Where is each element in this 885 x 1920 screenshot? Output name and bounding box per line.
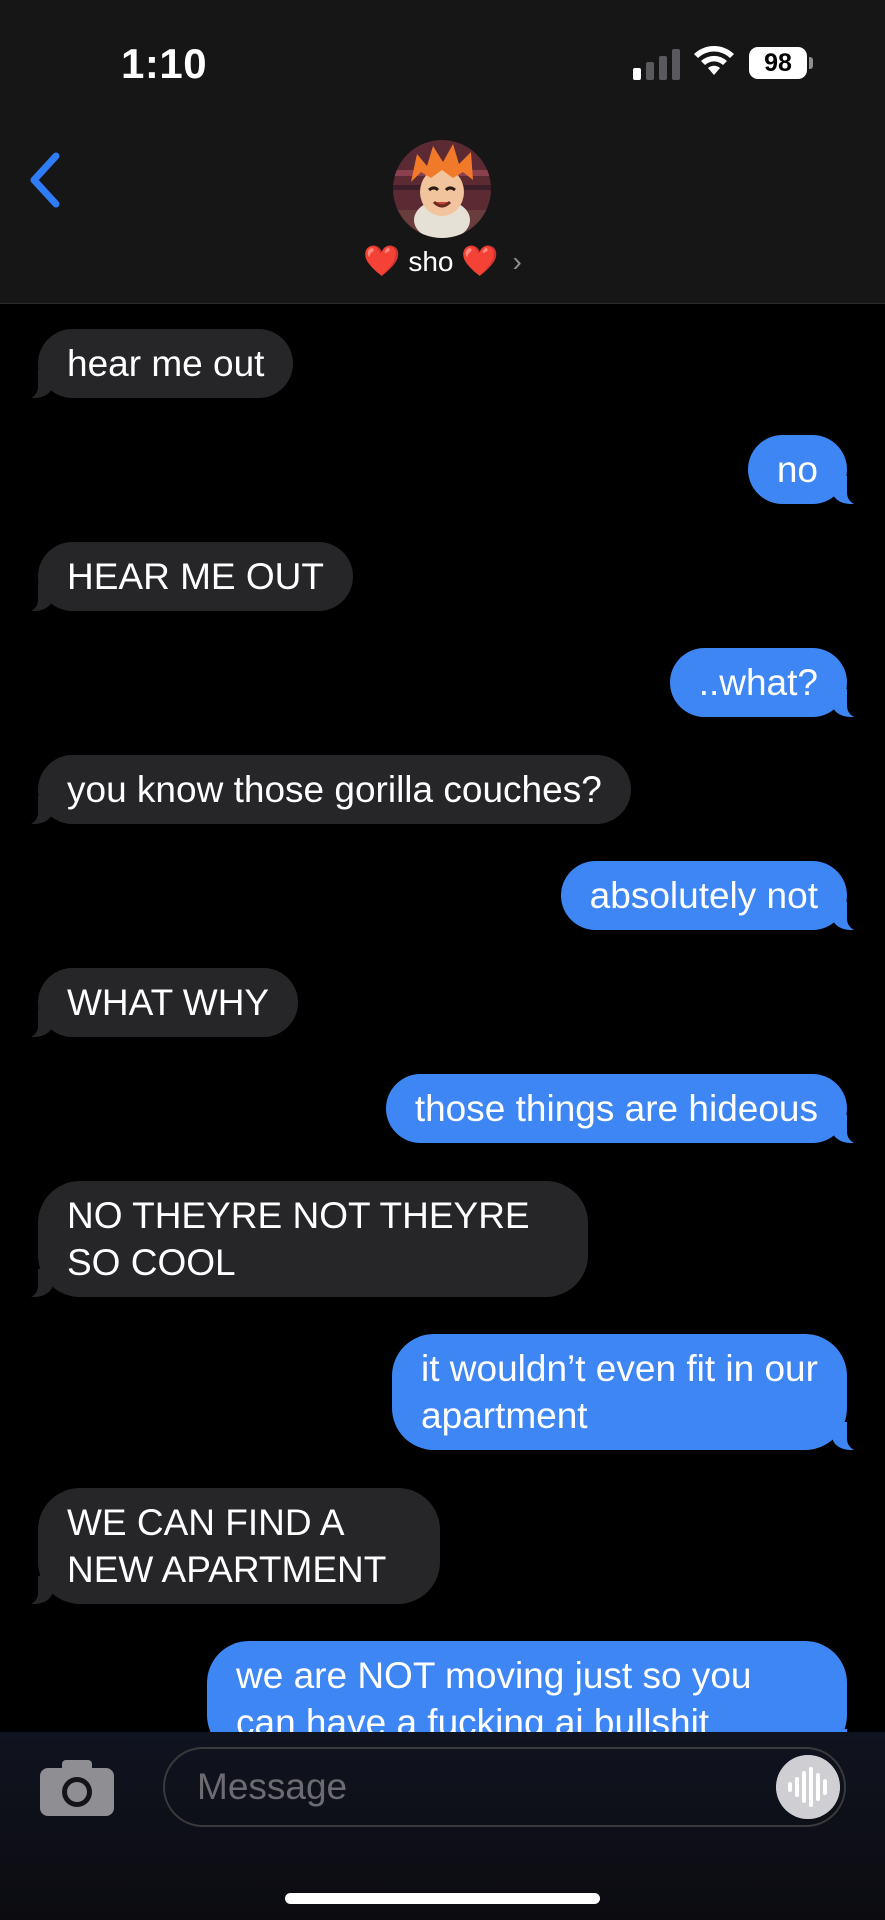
incoming-message-bubble[interactable]: NO THEYRE NOT THEYRE SO COOL <box>12 1181 588 1298</box>
incoming-message-bubble[interactable]: WE CAN FIND A NEW APARTMENT <box>12 1488 440 1605</box>
outgoing-message-bubble[interactable]: no <box>747 435 874 505</box>
voice-message-button[interactable] <box>776 1755 840 1819</box>
battery-cap <box>809 57 813 69</box>
signal-bar <box>633 68 641 80</box>
outgoing-message-bubble[interactable]: we are NOT moving just so you can have a… <box>207 1641 873 1732</box>
chevron-left-icon <box>30 152 60 208</box>
outgoing-message-bubble[interactable]: it wouldn’t even fit in our apartment <box>392 1334 873 1451</box>
contact-avatar[interactable] <box>393 140 491 238</box>
message-composer <box>0 1732 885 1920</box>
cellular-signal-icon <box>633 48 681 80</box>
conversation-header: 1:10 98 ❤️ sho ❤️ › <box>0 0 885 304</box>
contact-name: sho <box>408 246 454 277</box>
home-indicator[interactable] <box>285 1893 600 1904</box>
incoming-message-bubble[interactable]: hear me out <box>11 329 294 399</box>
outgoing-message-bubble[interactable]: absolutely not <box>560 861 874 931</box>
incoming-message-bubble[interactable]: HEAR ME OUT <box>12 542 353 612</box>
camera-button[interactable] <box>38 1756 116 1818</box>
outgoing-message-bubble[interactable]: those things are hideous <box>385 1074 874 1144</box>
wifi-icon <box>694 46 734 75</box>
status-time: 1:10 <box>121 40 208 87</box>
message-input[interactable] <box>163 1747 846 1827</box>
heart-emoji: ❤️ <box>461 245 499 278</box>
contact-name-button[interactable]: ❤️ sho ❤️ › <box>0 244 885 279</box>
signal-bar <box>646 62 654 80</box>
signal-bar <box>672 49 680 80</box>
chevron-right-icon: › <box>512 246 522 277</box>
incoming-message-bubble[interactable]: you know those gorilla couches? <box>12 755 631 825</box>
outgoing-message-bubble[interactable]: ..what? <box>669 648 874 718</box>
heart-emoji: ❤️ <box>363 245 401 278</box>
camera-icon <box>40 1760 114 1816</box>
message-thread[interactable]: hear me out no HEAR ME OUT ..what? you k… <box>0 304 885 1732</box>
back-button[interactable] <box>24 150 68 210</box>
incoming-message-bubble[interactable]: WHAT WHY <box>11 968 299 1038</box>
battery-icon: 98 <box>749 47 807 79</box>
signal-bar <box>659 56 667 80</box>
